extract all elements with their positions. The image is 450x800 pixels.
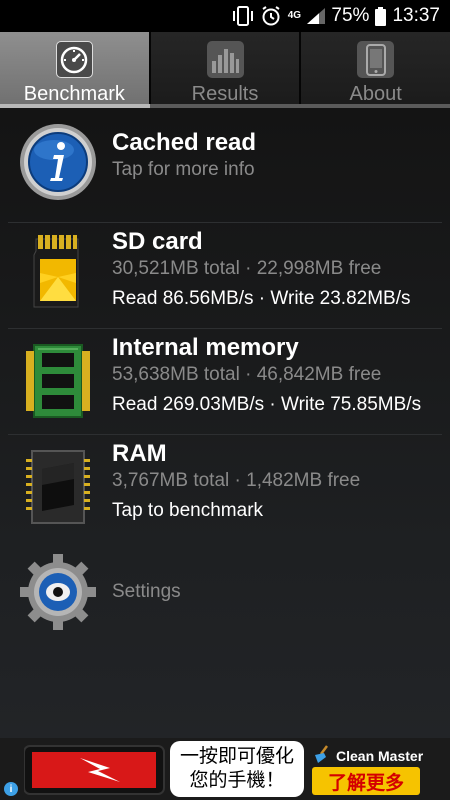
tab-label: Benchmark [23,83,125,105]
ad-line-1: 一按即可優化 [179,746,294,767]
item-detail: Read 269.03MB/s · Write 75.85MB/s [112,394,422,415]
broom-icon [312,744,332,767]
list-item-ram[interactable]: RAM 3,767MB total · 1,482MB free Tap to … [0,435,450,540]
vibrate-icon [231,6,255,26]
battery-percent: 75% [331,5,370,26]
list-item-cached-read[interactable]: Cached read Tap for more info [0,108,450,222]
item-subtitle: 53,638MB total · 46,842MB free [112,364,382,385]
ad-message-bubble: 一按即可優化 您的手機！ [170,741,304,797]
learn-more-button[interactable]: 了解更多 [312,767,420,795]
ram-chip-icon [18,447,98,527]
tab-benchmark[interactable]: Benchmark [0,32,151,108]
network-type: 4G [287,10,302,21]
settings-label: Settings [112,581,181,602]
ad-line-2: 您的手機！ [189,770,285,791]
item-subtitle: 3,767MB total · 1,482MB free [112,470,361,491]
ad-brand: Clean Master [312,744,423,767]
signal-icon [307,8,326,24]
ad-brand-name: Clean Master [336,747,424,764]
alarm-icon [261,6,281,26]
status-bar: 4G 75% 13:37 [0,0,450,32]
item-detail: Tap to benchmark [112,500,264,521]
phone-illustration [23,744,174,796]
list-item-sd-card[interactable]: SD card 30,521MB total · 22,998MB free R… [0,223,450,328]
item-title: SD card [112,228,203,255]
info-icon [18,122,98,202]
ad-banner[interactable]: 一按即可優化 您的手機！ Clean Master 了解更多 i [0,738,450,800]
benchmark-list: Cached read Tap for more info SD card 30… [0,108,450,738]
item-title: RAM [112,440,167,467]
memory-chip-icon [18,341,98,421]
item-detail: Read 86.56MB/s · Write 23.82MB/s [112,288,411,309]
tab-about[interactable]: About [301,32,450,108]
ad-info-icon[interactable]: i [4,782,18,796]
list-item-internal-memory[interactable]: Internal memory 53,638MB total · 46,842M… [0,329,450,434]
sd-card-icon [18,233,98,313]
item-title: Internal memory [112,334,299,361]
item-title: Cached read [112,129,257,156]
tab-label: Results [191,83,259,105]
tab-results[interactable]: Results [150,32,302,108]
tab-label: About [349,83,402,105]
tab-bar: Benchmark Results About [0,32,450,108]
phone-icon [357,41,395,78]
list-item-settings[interactable]: Settings [0,548,450,638]
settings-gear-icon [18,552,98,632]
speedometer-icon [55,41,93,78]
item-subtitle: 30,521MB total · 22,998MB free [112,258,382,279]
bar-chart-icon [206,41,244,78]
battery-icon [375,6,387,26]
item-subtitle: Tap for more info [112,159,255,180]
clock: 13:37 [392,5,440,26]
